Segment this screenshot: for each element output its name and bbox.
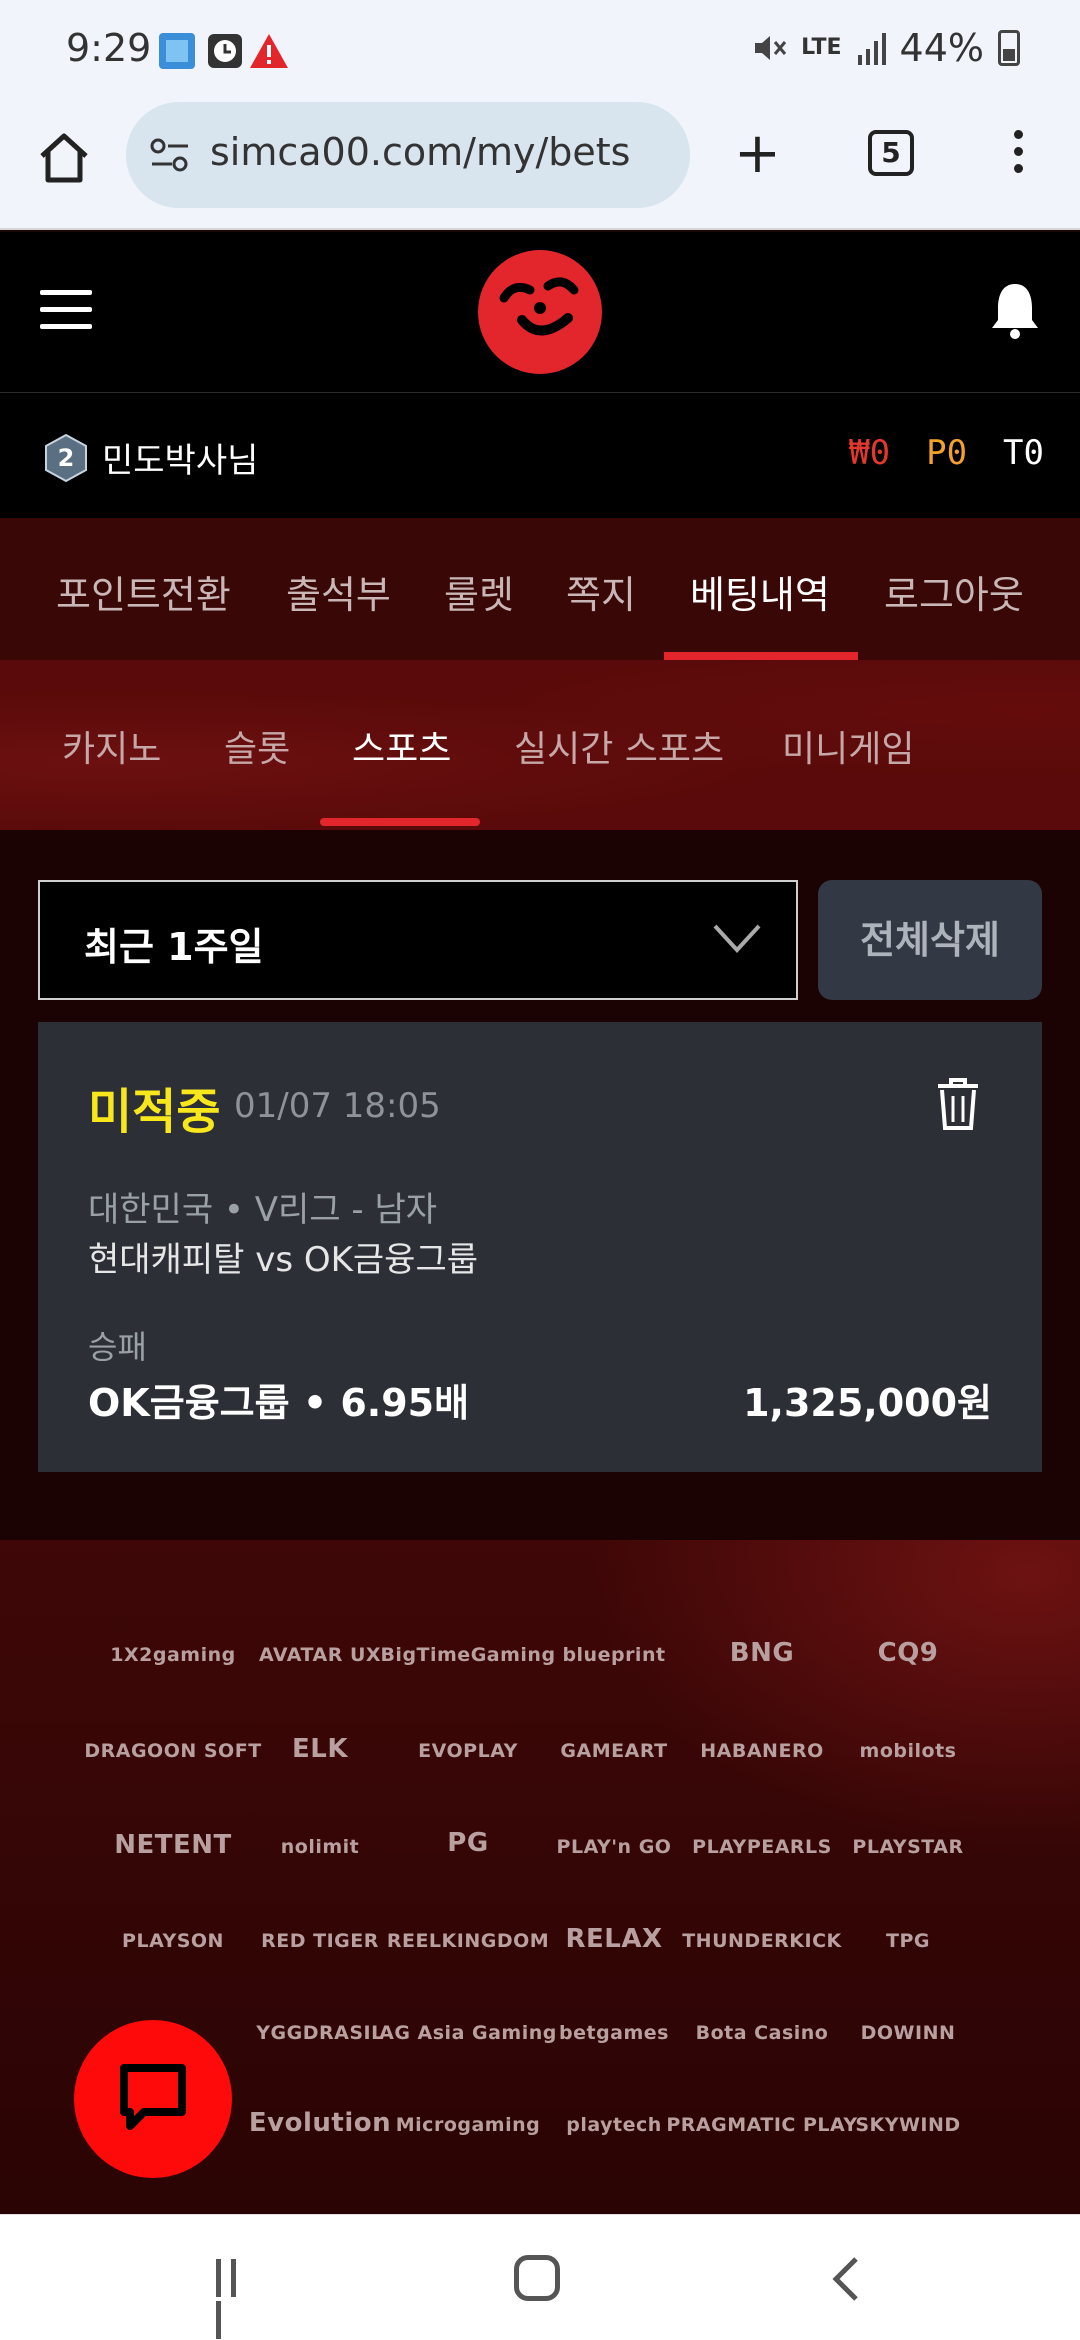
provider-logo: THUNDERKICK bbox=[682, 1930, 842, 1952]
level-badge-icon: 2 bbox=[44, 433, 88, 483]
nav-attendance[interactable]: 출석부 bbox=[286, 564, 391, 619]
site-logo[interactable] bbox=[474, 246, 606, 378]
hamburger-menu-icon[interactable] bbox=[40, 290, 92, 330]
tab-minigame[interactable]: 미니게임 bbox=[782, 720, 914, 772]
bet-status-badge: 미적중 bbox=[88, 1084, 221, 1140]
active-subtab-indicator bbox=[320, 818, 480, 826]
bet-league: 대한민국 • V리그 - 남자 bbox=[88, 1190, 438, 1230]
provider-logo: 1X2gaming bbox=[110, 1644, 236, 1666]
won-balance: ₩0 bbox=[849, 433, 891, 473]
bet-card: 미적중 01/07 18:05 대한민국 • V리그 - 남자 현대캐피탈 vs… bbox=[38, 1022, 1042, 1472]
provider-logo: CQ9 bbox=[877, 1638, 939, 1668]
provider-logo: playtech bbox=[566, 2114, 662, 2136]
url-text[interactable]: simca00.com/my/bets bbox=[210, 130, 630, 174]
new-tab-icon[interactable]: + bbox=[734, 126, 781, 182]
battery-icon bbox=[998, 30, 1020, 66]
period-select-value: 최근 1주일 bbox=[84, 925, 264, 969]
user-info-bar: 2 민도박사님 ₩0 P0 T0 bbox=[0, 392, 1080, 518]
provider-logo: BigTimeGaming bbox=[380, 1644, 556, 1666]
bet-amount: 1,325,000원 bbox=[743, 1381, 992, 1425]
provider-logo: Bota Casino bbox=[695, 2022, 829, 2044]
provider-logo: YGGDRASIL bbox=[256, 2022, 384, 2044]
tab-casino[interactable]: 카지노 bbox=[62, 720, 161, 772]
main-nav: 포인트전환 출석부 룰렛 쪽지 베팅내역 로그아웃 bbox=[0, 518, 1080, 660]
bet-market: 승패 bbox=[88, 1328, 147, 1366]
provider-logo: EVOPLAY bbox=[418, 1740, 518, 1762]
signal-icon bbox=[857, 33, 886, 65]
provider-logo: AG Asia Gaming bbox=[379, 2022, 557, 2044]
clock-icon bbox=[208, 34, 242, 68]
chat-bubble-icon bbox=[120, 2064, 186, 2130]
provider-logo: ELK bbox=[292, 1734, 348, 1764]
site-settings-icon[interactable] bbox=[150, 138, 190, 172]
bet-datetime: 01/07 18:05 bbox=[234, 1086, 441, 1126]
provider-logo: PLAYPEARLS bbox=[692, 1836, 832, 1858]
provider-logo: SKYWIND bbox=[855, 2114, 961, 2136]
point-balance: P0 bbox=[926, 433, 968, 473]
status-time: 9:29 bbox=[66, 26, 152, 70]
back-icon[interactable] bbox=[826, 2255, 866, 2303]
nav-messages[interactable]: 쪽지 bbox=[566, 564, 636, 619]
provider-logo: BNG bbox=[729, 1638, 795, 1668]
nav-point-conversion[interactable]: 포인트전환 bbox=[56, 564, 231, 619]
battery-percent: 44% bbox=[899, 26, 984, 70]
provider-logo: betgames bbox=[559, 2022, 669, 2044]
lte-icon: LTE bbox=[801, 35, 842, 60]
live-chat-button[interactable] bbox=[74, 2020, 232, 2178]
system-nav-bar bbox=[0, 2214, 1080, 2340]
provider-logo: Evolution bbox=[248, 2108, 392, 2138]
nav-logout[interactable]: 로그아웃 bbox=[884, 564, 1024, 619]
bet-pick: OK금융그룹 • 6.95배 bbox=[88, 1381, 470, 1425]
active-tab-indicator bbox=[664, 652, 858, 660]
provider-logo: REELKINGDOM bbox=[386, 1930, 550, 1952]
provider-logo: PRAGMATIC PLAY bbox=[666, 2114, 858, 2136]
provider-logo: RED TIGER bbox=[261, 1930, 379, 1952]
mute-icon bbox=[755, 36, 787, 60]
sub-nav: 카지노 슬롯 스포츠 실시간 스포츠 미니게임 bbox=[0, 660, 1080, 830]
provider-logo: GAMEART bbox=[560, 1740, 668, 1762]
provider-logo: PLAYSON bbox=[122, 1930, 224, 1952]
trash-icon[interactable] bbox=[934, 1074, 982, 1132]
provider-logo: mobilots bbox=[859, 1740, 957, 1762]
home-button-icon[interactable] bbox=[514, 2255, 560, 2301]
provider-logo: NETENT bbox=[114, 1830, 232, 1860]
notification-bell-icon[interactable] bbox=[990, 280, 1040, 340]
tab-live-sports[interactable]: 실시간 스포츠 bbox=[514, 720, 724, 772]
provider-logo: PLAY'n GO bbox=[556, 1836, 672, 1858]
status-bar: 9:29 LTE 44% bbox=[0, 0, 1080, 100]
period-select[interactable]: 최근 1주일 bbox=[38, 880, 798, 1000]
provider-logo: Microgaming bbox=[395, 2114, 541, 2136]
tab-sports[interactable]: 스포츠 bbox=[352, 720, 451, 772]
username: 민도박사님 bbox=[102, 441, 259, 481]
provider-logo: PLAYSTAR bbox=[852, 1836, 964, 1858]
chevron-down-icon bbox=[713, 924, 761, 953]
recent-apps-icon[interactable] bbox=[216, 2259, 260, 2339]
nav-bet-history[interactable]: 베팅내역 bbox=[690, 564, 830, 619]
bet-match: 현대캐피탈 vs OK금융그룹 bbox=[88, 1240, 479, 1280]
app-notification-icon bbox=[159, 33, 195, 69]
provider-logo: PG bbox=[447, 1828, 489, 1858]
warning-icon bbox=[250, 34, 288, 68]
nav-roulette[interactable]: 룰렛 bbox=[444, 564, 514, 619]
provider-logo: HABANERO bbox=[700, 1740, 824, 1762]
provider-logo: DRAGOON SOFT bbox=[84, 1740, 262, 1762]
home-icon[interactable] bbox=[36, 130, 92, 186]
provider-logo: RELAX bbox=[565, 1924, 663, 1954]
provider-logo: nolimit bbox=[280, 1836, 360, 1858]
site-header bbox=[0, 232, 1080, 392]
provider-logo: AVATAR UX bbox=[258, 1644, 382, 1666]
svg-text:2: 2 bbox=[58, 444, 75, 472]
delete-all-button[interactable]: 전체삭제 bbox=[818, 880, 1042, 1000]
t-balance: T0 bbox=[1003, 433, 1044, 473]
browser-toolbar: simca00.com/my/bets + 5 bbox=[0, 100, 1080, 230]
tabs-icon[interactable]: 5 bbox=[868, 130, 914, 176]
tab-slot[interactable]: 슬롯 bbox=[224, 720, 290, 772]
more-menu-icon[interactable] bbox=[1008, 130, 1028, 180]
provider-logo: blueprint bbox=[562, 1644, 666, 1666]
provider-logo: TPG bbox=[886, 1930, 930, 1952]
provider-logo: DOWINN bbox=[860, 2022, 956, 2044]
bet-history-content: 최근 1주일 전체삭제 미적중 01/07 18:05 대한민국 • V리그 -… bbox=[0, 830, 1080, 1540]
